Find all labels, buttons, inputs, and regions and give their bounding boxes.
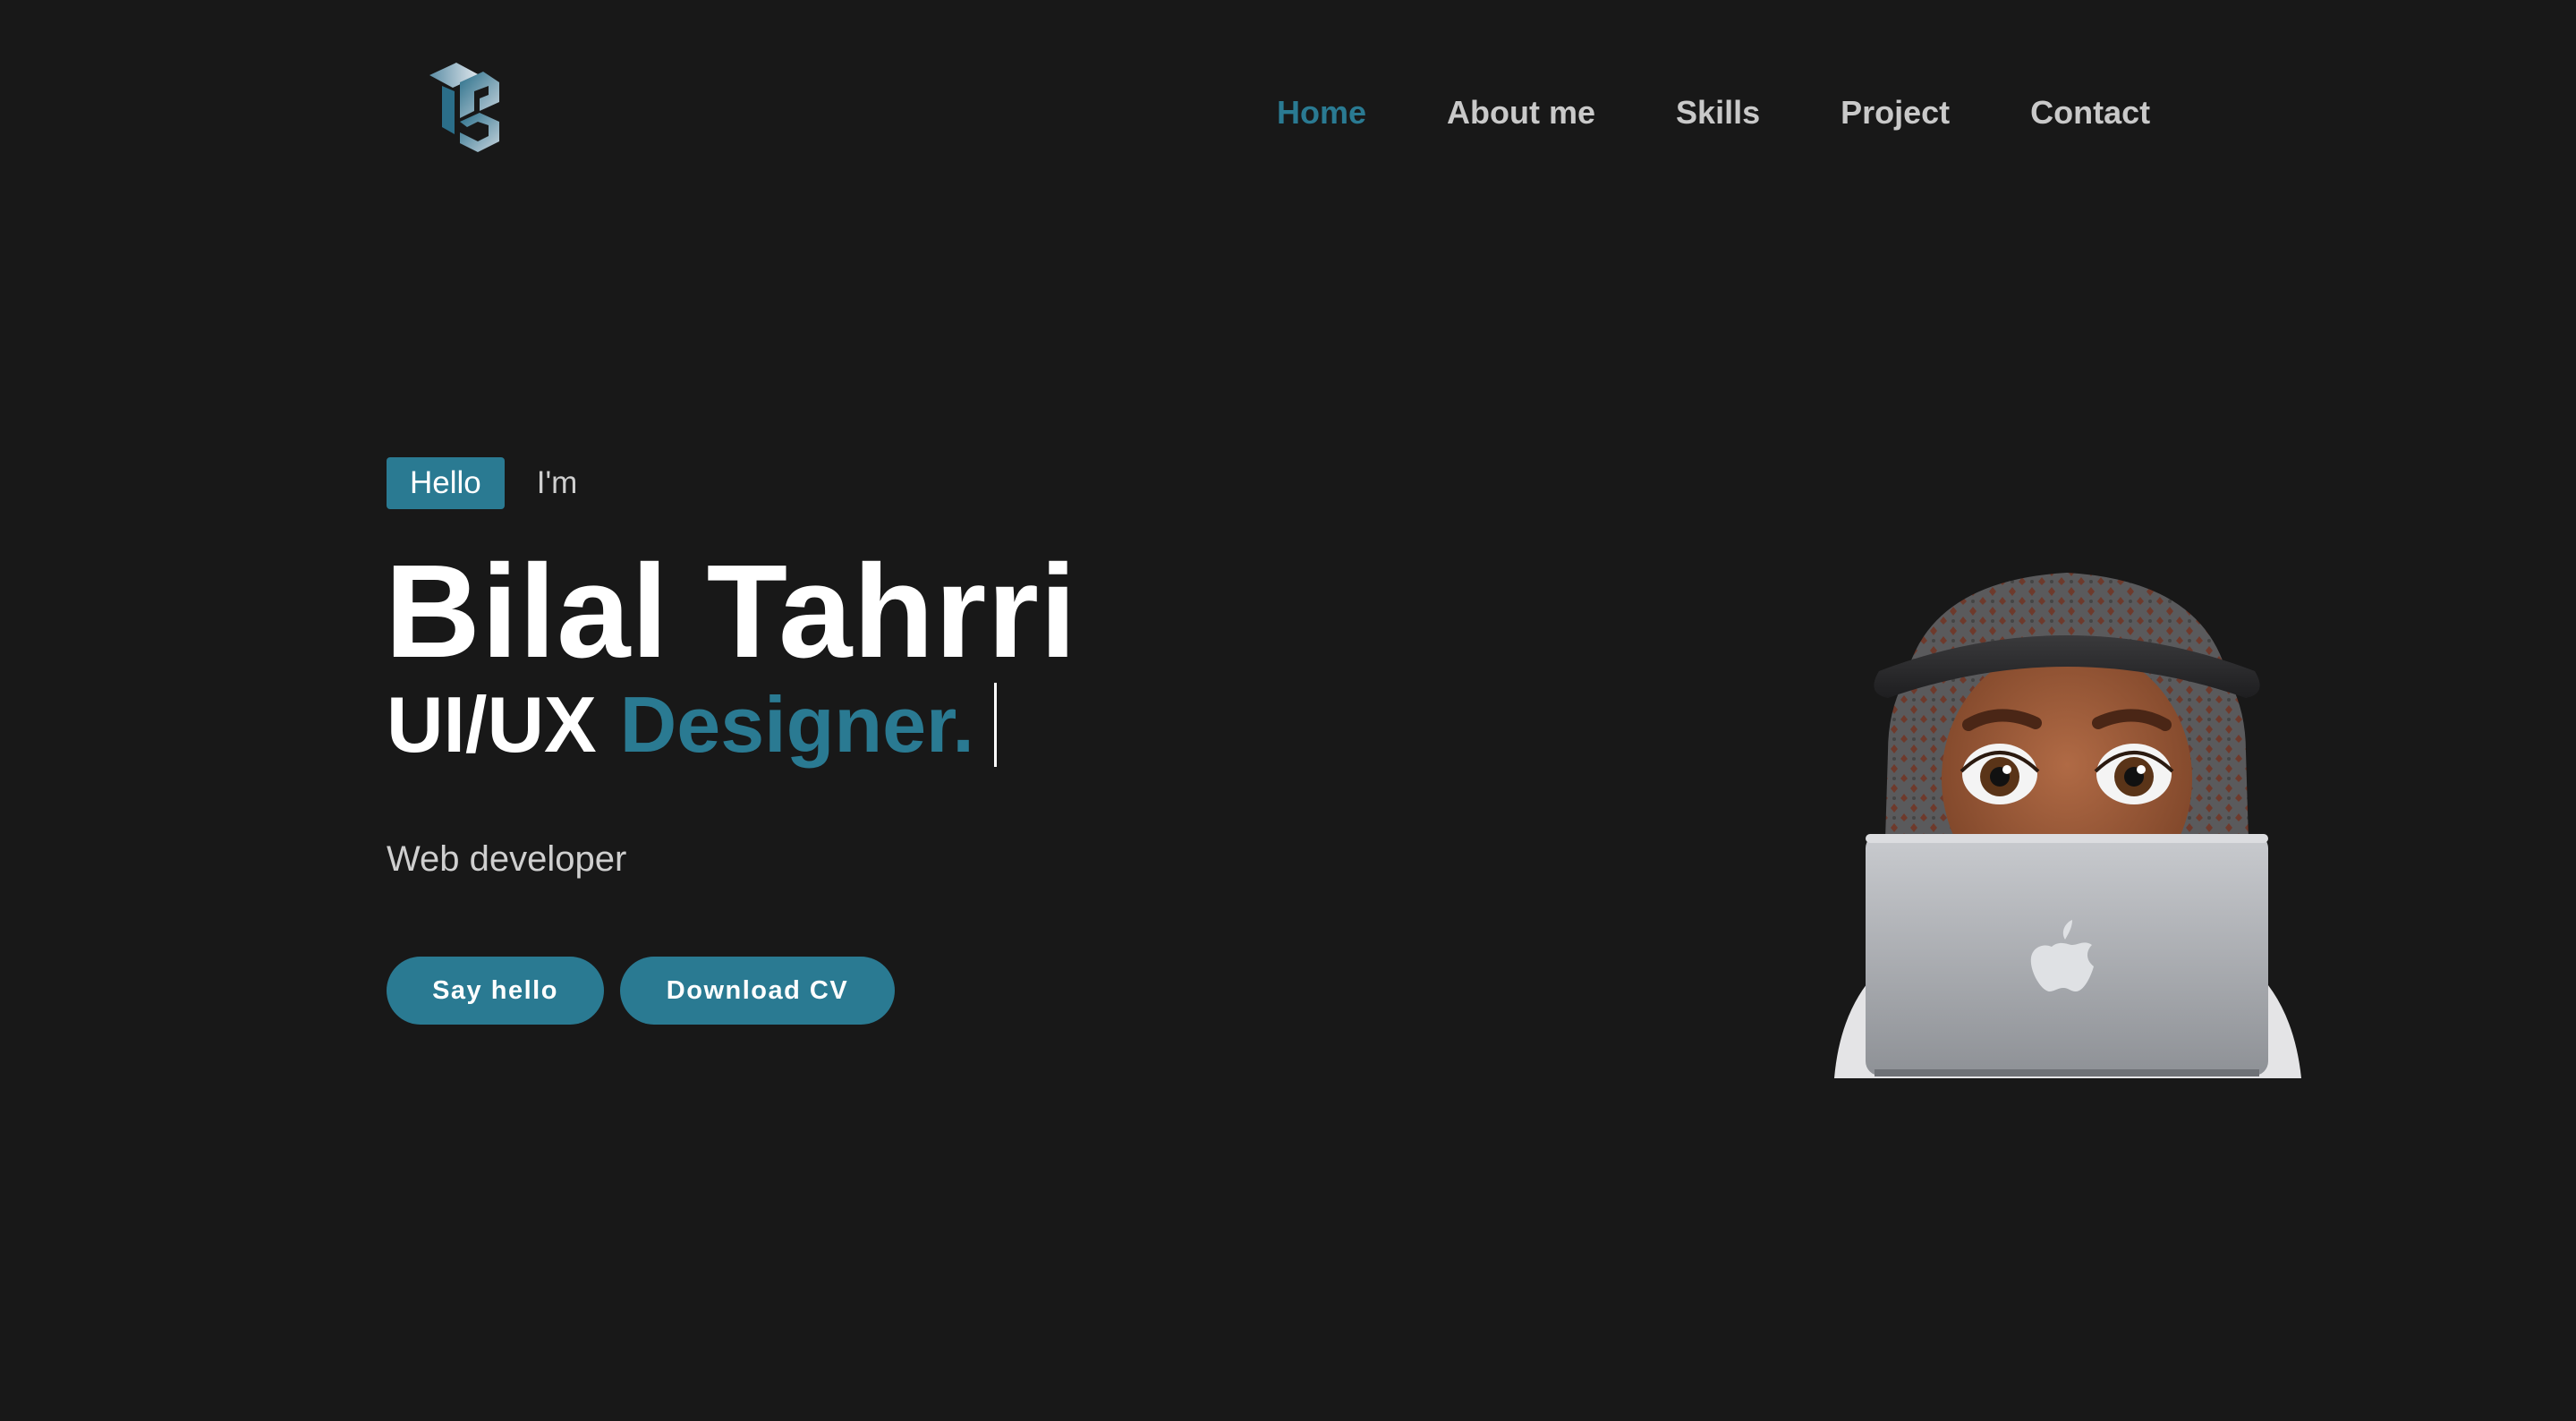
intro-text: I'm: [536, 465, 578, 500]
role-prefix: UI/UX: [387, 680, 597, 769]
hero-role: UI/UX Designer.: [387, 680, 997, 770]
nav-skills[interactable]: Skills: [1676, 93, 1760, 132]
greeting-row: Hello I'm: [387, 457, 577, 509]
memoji-avatar-icon: [1834, 573, 2301, 1078]
say-hello-button[interactable]: Say hello: [387, 957, 604, 1025]
hello-badge: Hello: [387, 457, 505, 509]
download-cv-button[interactable]: Download CV: [620, 957, 895, 1025]
page: Home About me Skills Project Contact Hel…: [0, 0, 2576, 1421]
nav-about-me[interactable]: About me: [1447, 93, 1595, 132]
main-nav: Home About me Skills Project Contact: [1277, 93, 2150, 132]
role-highlight: Designer.: [619, 680, 974, 769]
logo-icon[interactable]: [424, 59, 505, 157]
hero-subtitle: Web developer: [387, 839, 627, 879]
hero-actions: Say hello Download CV: [387, 957, 895, 1025]
hero-name: Bilal Tahrri: [385, 538, 1078, 685]
nav-home[interactable]: Home: [1277, 93, 1366, 132]
typing-caret: [993, 683, 997, 767]
nav-contact[interactable]: Contact: [2030, 93, 2150, 132]
nav-project[interactable]: Project: [1841, 93, 1950, 132]
